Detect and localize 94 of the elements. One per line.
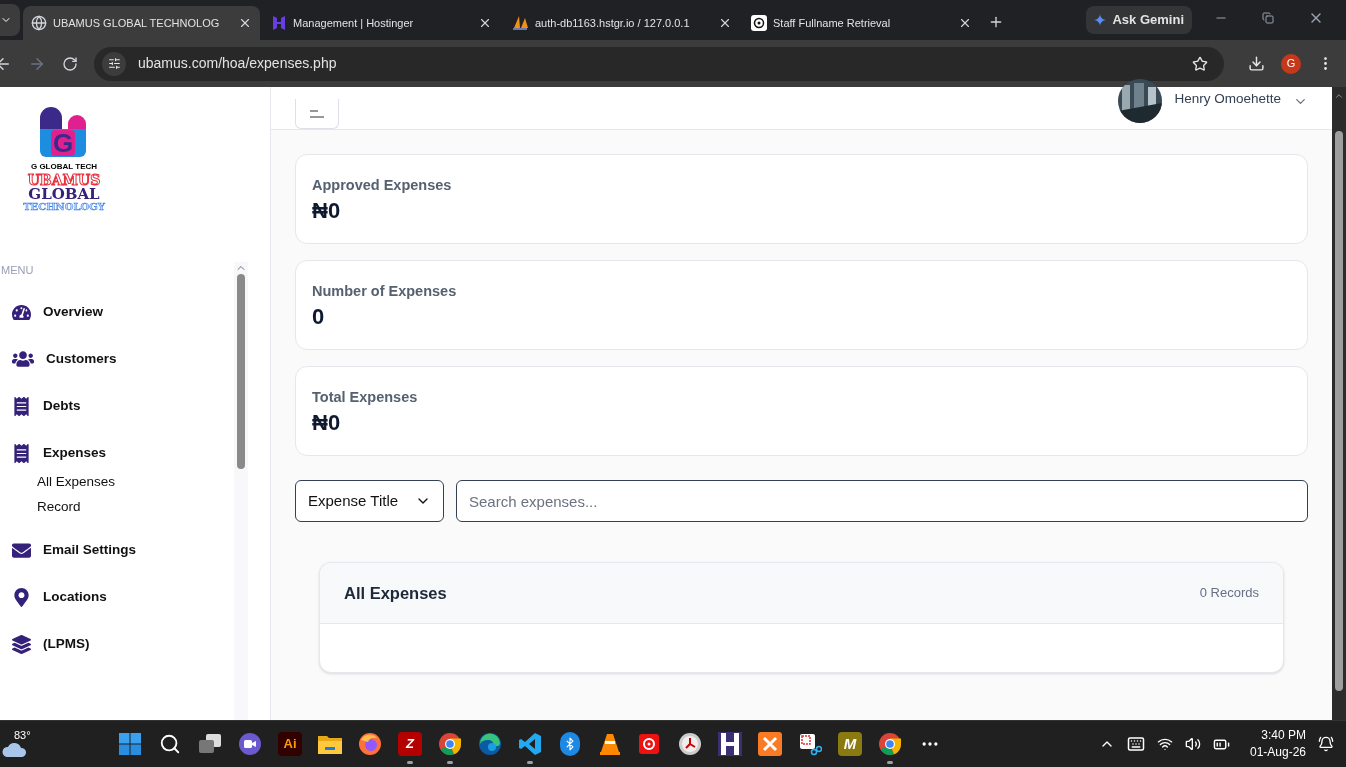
address-bar[interactable]: ubamus.com/hoa/expenses.php	[94, 46, 1224, 81]
map-pin-icon	[12, 587, 31, 607]
bluetooth-icon[interactable]	[560, 732, 580, 756]
close-icon[interactable]	[478, 16, 492, 30]
receipt-icon	[12, 443, 31, 463]
app-icon[interactable]: Ai	[278, 732, 302, 756]
envelope-icon	[12, 540, 31, 560]
menu-toggle-button[interactable]	[295, 99, 339, 129]
globe-icon	[31, 15, 47, 31]
restore-icon[interactable]	[1262, 12, 1274, 24]
sidebar-item[interactable]: Locations	[0, 573, 234, 621]
windows-icon[interactable]	[118, 732, 142, 756]
url-text: ubamus.com/hoa/expenses.php	[138, 54, 338, 73]
taskbar-app[interactable]: M	[830, 724, 870, 764]
wifi-icon[interactable]	[1156, 736, 1173, 752]
snipping-icon[interactable]	[798, 732, 822, 756]
stat-label: Number of Expenses	[312, 282, 458, 301]
clock[interactable]: 3:40 PM 01-Aug-26	[1249, 727, 1306, 761]
knot-logo-icon	[751, 15, 767, 31]
menu-icon	[309, 109, 325, 118]
receipt-icon	[12, 396, 31, 416]
target-icon[interactable]	[638, 732, 662, 756]
scroll-up-icon[interactable]	[1334, 91, 1344, 101]
close-icon[interactable]	[718, 16, 732, 30]
table-title: All Expenses	[344, 582, 447, 604]
chrome-icon[interactable]	[878, 732, 902, 756]
gemini-button[interactable]: Ask Gemini	[1086, 6, 1192, 34]
tab-title: UBAMUS GLOBAL TECHNOLOG	[53, 15, 221, 31]
bookmark-star-icon[interactable]	[1192, 55, 1208, 72]
app-icon[interactable]: M	[838, 732, 862, 756]
video-chat-icon[interactable]	[238, 732, 262, 756]
app-icon[interactable]: Z	[398, 732, 422, 756]
menu-heading: MENU	[1, 263, 35, 278]
edge-icon[interactable]	[478, 732, 502, 756]
stat-value: 0	[312, 302, 326, 331]
traffic-cone-icon[interactable]	[599, 732, 621, 756]
profile-avatar[interactable]: G	[1281, 53, 1301, 74]
weather-temperature[interactable]: 83°	[14, 726, 31, 744]
scrollbar-thumb[interactable]	[1335, 131, 1343, 691]
stat-label: Approved Expenses	[312, 176, 453, 195]
browser-tab[interactable]: UBAMUS GLOBAL TECHNOLOG	[23, 6, 260, 40]
browser-tab[interactable]: auth-db1163.hstgr.io / 127.0.0.1	[503, 6, 740, 40]
close-icon[interactable]	[238, 16, 252, 30]
sidebar-item[interactable]: (LPMS)	[0, 620, 234, 668]
windows-stack-icon[interactable]	[198, 733, 222, 755]
submenu-item[interactable]: Record	[0, 496, 234, 522]
company-logo[interactable]: G G GLOBAL TECH UBAMUS GLOBAL TECHNOLOGY	[10, 107, 118, 212]
scrollbar[interactable]	[234, 262, 248, 720]
clock-icon[interactable]	[678, 732, 702, 756]
tab-title: Staff Fullname Retrieval	[773, 15, 892, 31]
tab-title: Management | Hostinger	[293, 15, 415, 31]
stat-label: Total Expenses	[312, 388, 419, 407]
running-indicator	[407, 761, 413, 764]
sail-logo-icon	[511, 15, 529, 31]
users-icon	[12, 348, 34, 370]
sidebar-item[interactable]: Customers	[0, 335, 234, 383]
speaker-icon[interactable]	[1184, 736, 1201, 752]
taskbar-app[interactable]: Z	[390, 724, 430, 764]
layers-icon	[12, 634, 31, 654]
code-editor-icon[interactable]	[518, 732, 542, 756]
running-indicator	[527, 761, 533, 764]
stat-value: ₦0	[312, 408, 342, 437]
chrome-icon[interactable]	[438, 732, 462, 756]
folder-icon[interactable]	[317, 733, 343, 755]
close-icon[interactable]	[958, 16, 972, 30]
user-name[interactable]: Henry Omoehette	[1174, 88, 1281, 110]
bars-icon[interactable]	[718, 732, 742, 756]
taskbar-app[interactable]: Ai	[270, 724, 310, 764]
sparkle-icon	[1094, 14, 1107, 26]
browser-tab[interactable]: Staff Fullname Retrieval	[743, 6, 980, 40]
keyboard-icon[interactable]	[1126, 735, 1145, 753]
download-icon[interactable]	[1248, 55, 1265, 72]
search-icon[interactable]	[159, 733, 181, 755]
notification-bell-icon[interactable]	[1318, 736, 1334, 752]
time-text: 3:40 PM	[1261, 727, 1306, 744]
new-tab-icon[interactable]	[988, 14, 1004, 30]
sidebar-item[interactable]: Overview	[0, 288, 234, 336]
firefox-icon[interactable]	[358, 732, 382, 756]
running-indicator	[447, 761, 453, 764]
scrollbar-thumb[interactable]	[237, 274, 245, 469]
gauge-icon	[12, 302, 31, 322]
site-info-icon[interactable]	[107, 57, 121, 70]
search-field[interactable]: Search expenses...	[456, 480, 1308, 522]
date-text: 01-Aug-26	[1249, 744, 1306, 761]
browser-tab[interactable]: Management | Hostinger	[263, 6, 500, 40]
record-count: 0 Records	[1199, 584, 1259, 603]
page-scrollbar[interactable]	[1332, 87, 1346, 720]
tab-title: auth-db1163.hstgr.io / 127.0.0.1	[535, 15, 691, 31]
sidebar-item[interactable]: Email Settings	[0, 526, 234, 574]
sidebar-item[interactable]: Debts	[0, 382, 234, 430]
reload-icon[interactable]	[62, 55, 78, 72]
stat-value: ₦0	[312, 196, 342, 225]
expense-title-dropdown[interactable]: Expense Title	[295, 480, 444, 522]
running-indicator	[887, 761, 893, 764]
